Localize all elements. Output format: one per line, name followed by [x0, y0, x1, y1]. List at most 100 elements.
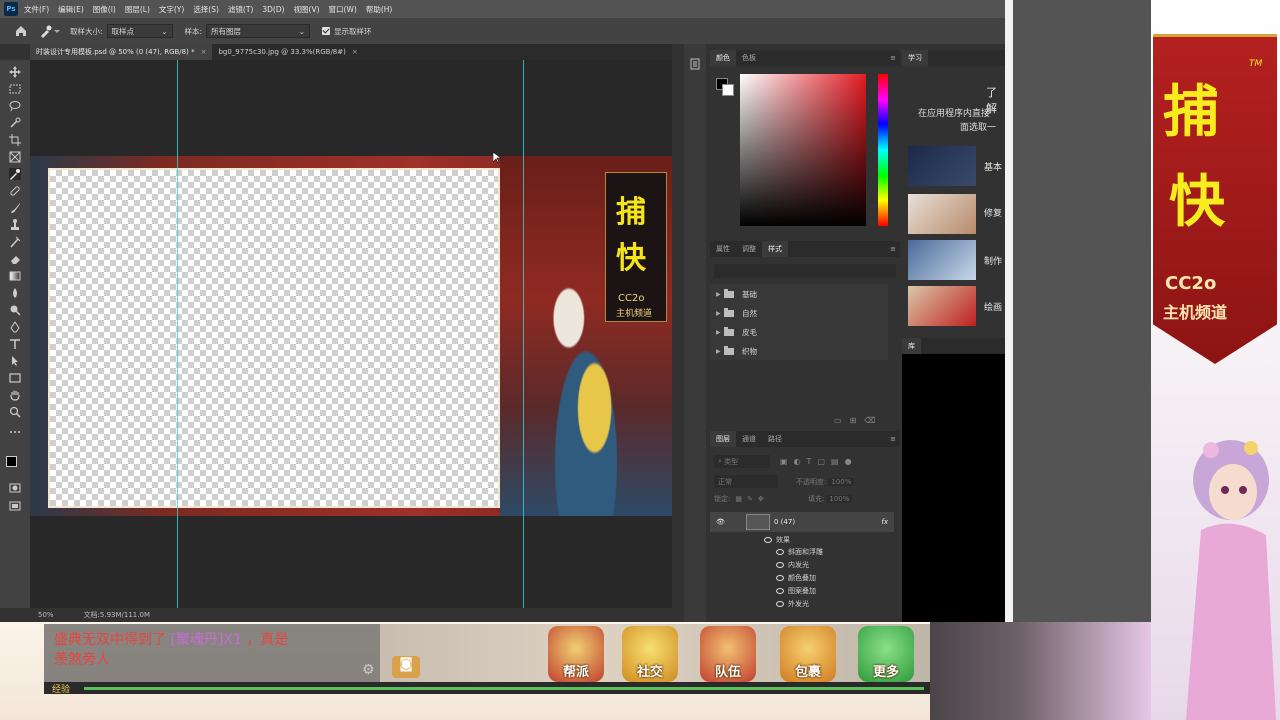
- tab-bg-jpg[interactable]: bg0_9775c30.jpg @ 33.3%(RGB/8#) ×: [212, 44, 363, 60]
- show-sampling-ring-checkbox[interactable]: [322, 27, 331, 35]
- menu-edit[interactable]: 编辑(E): [58, 4, 84, 15]
- sample-size-select[interactable]: 取样点 ⌄: [106, 24, 173, 38]
- tab-styles[interactable]: 样式: [762, 241, 788, 257]
- tab-layers[interactable]: 图层: [710, 431, 736, 447]
- tutorial-repair[interactable]: 修复: [984, 206, 1002, 219]
- lock-position-icon[interactable]: ✥: [758, 495, 764, 503]
- layer-row[interactable]: 👁 0 (47) fx: [710, 512, 894, 532]
- lock-pixels-icon[interactable]: ▦: [735, 495, 742, 503]
- more-tools-icon[interactable]: [9, 426, 21, 438]
- quick-mask-icon[interactable]: [9, 482, 21, 494]
- menu-type[interactable]: 文字(Y): [159, 4, 184, 15]
- history-icon[interactable]: [690, 58, 700, 70]
- background-color[interactable]: [722, 84, 734, 96]
- lock-paint-icon[interactable]: ✎: [747, 495, 753, 503]
- chat-item-link[interactable]: [聚魂丹]X1: [170, 632, 241, 648]
- tab-adjustments[interactable]: 调整: [736, 241, 762, 257]
- tab-learn[interactable]: 学习: [902, 50, 928, 66]
- pixel-filter-icon[interactable]: ▣: [780, 457, 788, 466]
- new-group-icon[interactable]: ▭: [834, 416, 842, 426]
- eraser-tool-icon[interactable]: [9, 253, 21, 265]
- menu-window[interactable]: 窗口(W): [329, 4, 357, 15]
- shape-filter-icon[interactable]: ▢: [817, 457, 825, 466]
- camera-icon[interactable]: ◙: [392, 656, 420, 678]
- eyedropper-tool-preset-icon[interactable]: [38, 23, 60, 39]
- style-group-nature[interactable]: ▶ 自然: [716, 305, 888, 321]
- layer-filter-select[interactable]: ⌕ 类型: [714, 455, 770, 468]
- social-button[interactable]: 社交: [622, 626, 678, 682]
- panel-menu-icon[interactable]: ≡: [890, 54, 896, 62]
- eye-icon[interactable]: 👁: [716, 518, 726, 526]
- menu-help[interactable]: 帮助(H): [366, 4, 393, 15]
- hue-slider[interactable]: [878, 74, 888, 226]
- smart-object-filter-icon[interactable]: ▤: [831, 457, 839, 466]
- tab-color[interactable]: 颜色: [710, 50, 736, 66]
- fx-badge[interactable]: fx: [881, 518, 888, 526]
- menu-image[interactable]: 图像(I): [93, 4, 116, 15]
- layer-name[interactable]: 0 (47): [774, 518, 795, 526]
- fill-value[interactable]: 100%: [826, 495, 853, 503]
- gradient-tool-icon[interactable]: [9, 270, 21, 282]
- close-icon[interactable]: ×: [201, 48, 207, 56]
- menu-layer[interactable]: 图层(L): [125, 4, 150, 15]
- crop-tool-icon[interactable]: [9, 134, 21, 146]
- canvas-area[interactable]: 捕 快 CC2o 主机频道: [30, 60, 672, 608]
- more-button[interactable]: 更多: [858, 626, 914, 682]
- screen-mode-icon[interactable]: [9, 500, 21, 512]
- tab-properties[interactable]: 属性: [710, 241, 736, 257]
- tutorial-paint[interactable]: 绘画: [984, 300, 1002, 313]
- tutorial-thumbnail[interactable]: [908, 286, 976, 326]
- tutorial-thumbnail[interactable]: [908, 240, 976, 280]
- menu-view[interactable]: 视图(V): [294, 4, 320, 15]
- eye-icon[interactable]: [776, 601, 784, 607]
- opacity-value[interactable]: 100%: [828, 477, 855, 486]
- eye-icon[interactable]: [776, 562, 784, 568]
- eye-icon[interactable]: [776, 575, 784, 581]
- style-group-basic[interactable]: ▶ 基础: [716, 286, 888, 302]
- menu-3d[interactable]: 3D(D): [262, 5, 284, 14]
- tutorial-thumbnail[interactable]: [908, 194, 976, 234]
- frame-tool-icon[interactable]: [9, 151, 21, 163]
- eye-icon[interactable]: [764, 537, 772, 543]
- style-group-fabric[interactable]: ▶ 织物: [716, 343, 888, 359]
- eye-icon[interactable]: [776, 549, 784, 555]
- eye-icon[interactable]: [776, 588, 784, 594]
- menu-filter[interactable]: 滤镜(T): [228, 4, 253, 15]
- color-picker-field[interactable]: [740, 74, 866, 226]
- tutorial-thumbnail[interactable]: [908, 146, 976, 186]
- fill-control[interactable]: 填充: 100%: [808, 493, 898, 505]
- adjustment-filter-icon[interactable]: ◐: [794, 457, 801, 466]
- brush-tool-icon[interactable]: [9, 202, 21, 214]
- marquee-tool-icon[interactable]: [9, 83, 21, 95]
- healing-brush-tool-icon[interactable]: [9, 185, 21, 197]
- type-filter-icon[interactable]: T: [807, 457, 812, 466]
- panel-menu-icon[interactable]: ≡: [890, 435, 896, 443]
- menu-select[interactable]: 选择(S): [193, 4, 219, 15]
- home-icon[interactable]: [14, 24, 28, 38]
- clone-stamp-tool-icon[interactable]: [9, 219, 21, 231]
- tab-template-psd[interactable]: 时装设计专用模板.psd @ 50% (0 (47), RGB/8) * ×: [30, 44, 213, 60]
- zoom-level[interactable]: 50%: [38, 611, 54, 619]
- type-tool-icon[interactable]: [9, 338, 21, 350]
- panel-menu-icon[interactable]: ≡: [890, 245, 896, 253]
- bag-button[interactable]: 包裹: [780, 626, 836, 682]
- opacity-control[interactable]: 不透明度: 100%: [796, 475, 896, 488]
- rectangle-tool-icon[interactable]: [9, 372, 21, 384]
- guide-line[interactable]: [177, 60, 178, 608]
- tab-swatches[interactable]: 色板: [736, 50, 762, 66]
- team-button[interactable]: 队伍: [700, 626, 756, 682]
- move-tool-icon[interactable]: [9, 66, 21, 78]
- new-style-icon[interactable]: ⊞: [850, 416, 857, 426]
- close-icon[interactable]: ×: [352, 48, 358, 56]
- guide-line[interactable]: [523, 60, 524, 608]
- blend-mode-select[interactable]: 正常: [714, 475, 778, 488]
- filter-toggle-icon[interactable]: ●: [845, 457, 852, 466]
- sample-select[interactable]: 所有图层 ⌄: [206, 24, 311, 38]
- zoom-tool-icon[interactable]: [9, 406, 21, 418]
- guild-button[interactable]: 帮派: [548, 626, 604, 682]
- pen-tool-icon[interactable]: [9, 321, 21, 333]
- blur-tool-icon[interactable]: [9, 287, 21, 299]
- tab-channels[interactable]: 通道: [736, 431, 762, 447]
- history-brush-tool-icon[interactable]: [9, 236, 21, 248]
- dodge-tool-icon[interactable]: [9, 304, 21, 316]
